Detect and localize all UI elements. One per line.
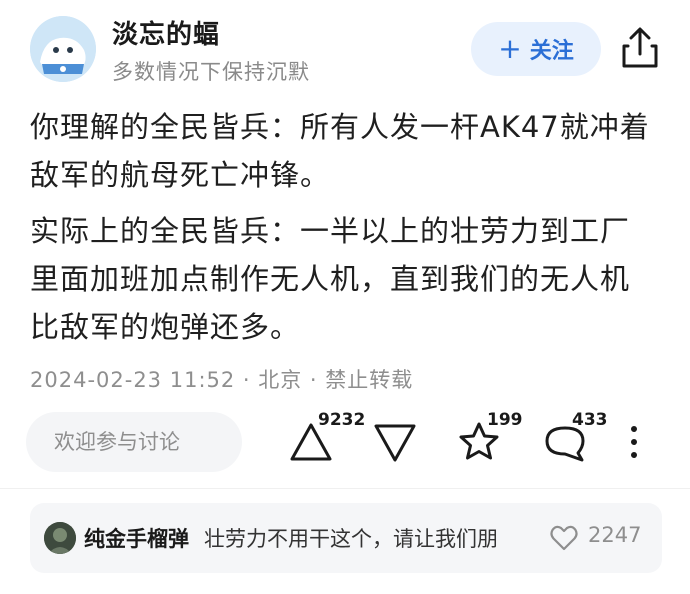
- discuss-input[interactable]: 欢迎参与讨论: [26, 412, 242, 472]
- divider: [0, 488, 690, 489]
- post-paragraph-2: 实际上的全民皆兵：一半以上的壮劳力到工厂 里面加班加点制作无人机，直到我们的无人…: [30, 207, 670, 351]
- comment-like-count: 2247: [588, 523, 642, 547]
- post-line: 里面加班加点制作无人机，直到我们的无人机: [30, 262, 631, 296]
- more-button[interactable]: [624, 424, 644, 460]
- author-bio: 多数情况下保持沉默: [112, 60, 310, 84]
- author-avatar[interactable]: [30, 16, 96, 82]
- favorite-count: 199: [487, 410, 523, 430]
- author-name[interactable]: 淡忘的蝠: [112, 14, 220, 51]
- top-comment[interactable]: 纯金手榴弹 壮劳力不用干这个，请让我们朋 2247: [30, 503, 662, 573]
- downvote-button[interactable]: [372, 420, 418, 464]
- post-line: 敌军的航母死亡冲锋。: [30, 158, 331, 192]
- comment-count: 433: [572, 410, 608, 430]
- plus-icon: +: [498, 32, 522, 65]
- comment-text: 壮劳力不用干这个，请让我们朋: [204, 527, 498, 551]
- post-meta: 2024-02-23 11:52 · 北京 · 禁止转载: [30, 368, 414, 392]
- heart-icon: [550, 525, 578, 551]
- commenter-avatar[interactable]: [44, 522, 76, 554]
- commenter-name[interactable]: 纯金手榴弹: [84, 523, 189, 553]
- upvote-count: 9232: [318, 410, 366, 430]
- post-line: 比敌军的炮弹还多。: [30, 310, 301, 344]
- follow-button[interactable]: + 关注: [471, 22, 601, 76]
- post-line: 实际上的全民皆兵：一半以上的壮劳力到工厂: [30, 214, 631, 248]
- post-paragraph-1: 你理解的全民皆兵：所有人发一杆AK47就冲着 敌军的航母死亡冲锋。: [30, 103, 670, 199]
- comment-like-button[interactable]: [550, 525, 578, 551]
- share-icon[interactable]: [620, 26, 660, 70]
- follow-label: 关注: [529, 39, 574, 64]
- post-header: 淡忘的蝠 多数情况下保持沉默 + 关注: [0, 0, 690, 96]
- post-page: 淡忘的蝠 多数情况下保持沉默 + 关注 你理解的全民皆兵：所有人发一杆AK47就…: [0, 0, 690, 594]
- post-line: 你理解的全民皆兵：所有人发一杆AK47就冲着: [30, 110, 650, 144]
- downvote-icon: [374, 424, 416, 462]
- more-icon: [631, 426, 637, 458]
